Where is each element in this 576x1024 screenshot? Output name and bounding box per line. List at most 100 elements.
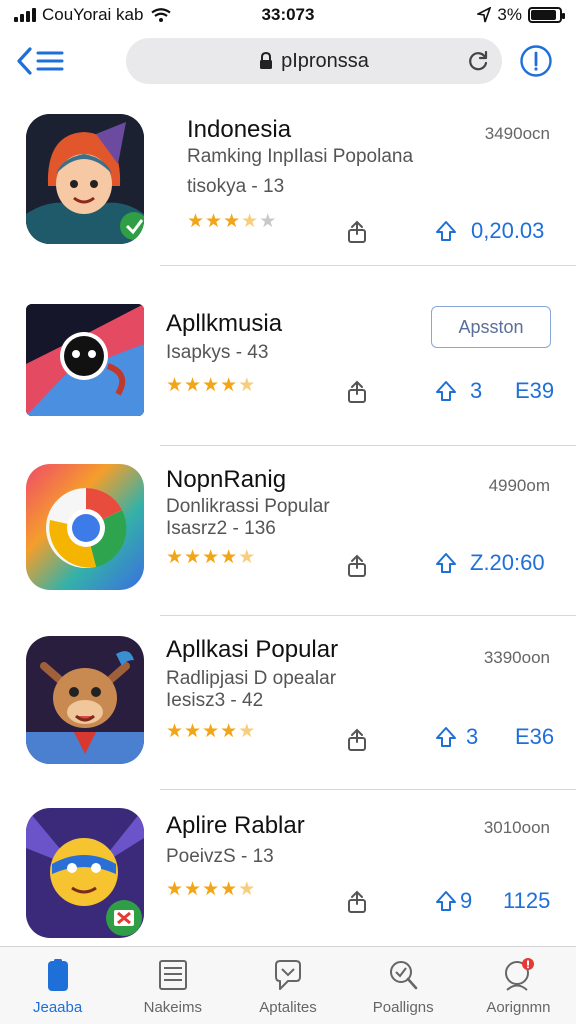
app-subtitle: Donlikrassi Popular (166, 496, 330, 517)
reload-icon[interactable] (466, 49, 490, 73)
share-icon[interactable] (347, 728, 367, 752)
wifi-icon (151, 8, 172, 22)
star-rating: ★ ★ ★ ★ ★ (166, 878, 255, 901)
secondary-count: E36 (515, 724, 555, 749)
get-button[interactable]: Apsston (431, 306, 551, 348)
app-size: 3010oon (483, 818, 550, 837)
upvote-icon[interactable] (435, 552, 457, 574)
tab-label: Aorignmn (486, 999, 551, 1016)
share-icon[interactable] (347, 554, 367, 578)
star-half-icon: ★ (238, 721, 256, 742)
app-name: Apllkasi Popular (166, 636, 339, 663)
star-full-icon: ★ (223, 211, 241, 232)
app-meta: Isasrz2 - 136 (166, 518, 276, 539)
star-full-icon: ★ (202, 547, 220, 568)
star-rating: ★ ★ ★ ★ ★ (187, 210, 276, 233)
upvote-icon[interactable] (435, 890, 457, 912)
app-size: 4990om (488, 476, 550, 495)
list-item[interactable]: NopnRanig 4990om Donlikrassi Popular Isa… (0, 446, 576, 616)
share-icon[interactable] (347, 380, 367, 404)
star-full-icon: ★ (205, 211, 223, 232)
abstract-face-icon (26, 304, 144, 416)
star-full-icon: ★ (166, 547, 184, 568)
tab-label: Poalligns (372, 999, 434, 1016)
tab-jeaaba[interactable]: Jeaaba (0, 947, 115, 1024)
address-bar[interactable]: pIpronssa (126, 38, 502, 84)
star-full-icon: ★ (220, 879, 238, 900)
tab-aorignmn[interactable]: Aorignmn (461, 947, 576, 1024)
upvote-count: 3 (466, 724, 479, 749)
back-button[interactable] (16, 44, 68, 78)
tab-poalligns[interactable]: Poalligns (346, 947, 461, 1024)
upvote-icon[interactable] (435, 220, 457, 242)
signal-icon (14, 8, 36, 22)
list-item[interactable]: Apllkmusia Apsston Isapkys - 43 ★ ★ ★ ★ ★ 3 … (0, 284, 576, 446)
address-text: pIpronssa (281, 49, 369, 72)
battery-level (531, 10, 557, 20)
secondary-count: 1125 (503, 888, 551, 913)
upvote-count: Z.20:60 (470, 550, 545, 575)
back-chevron-icon (17, 47, 64, 75)
profile-icon (505, 958, 535, 991)
list-item[interactable]: Apllkasi Popular 3390oon Radlipjasi D op… (0, 616, 576, 790)
tab-label: Nakeims (143, 999, 202, 1016)
carrier-name: CouYorai kab (42, 5, 144, 24)
star-full-icon: ★ (202, 375, 220, 396)
tab-aptalites[interactable]: Aptalites (230, 947, 345, 1024)
star-rating: ★ ★ ★ ★ ★ (166, 546, 255, 569)
app-name: NopnRanig (166, 466, 287, 493)
list-item[interactable]: Indonesia 3490ocn Ramking InpIlasi Popol… (0, 96, 576, 266)
app-meta: PoeivzS - 13 (166, 846, 274, 867)
chat-bubble-icon (275, 960, 301, 990)
upvote-icon[interactable] (435, 380, 457, 402)
phone-icon (47, 959, 68, 991)
star-full-icon: ★ (184, 547, 202, 568)
share-icon[interactable] (347, 220, 367, 244)
star-full-icon: ★ (184, 879, 202, 900)
star-full-icon: ★ (220, 375, 238, 396)
star-half-icon: ★ (241, 211, 259, 232)
divider (160, 265, 576, 266)
star-half-icon: ★ (238, 879, 256, 900)
star-rating: ★ ★ ★ ★ ★ (166, 374, 255, 397)
app-name: Apllkmusia (166, 310, 283, 337)
app-meta: Iesisz3 - 42 (166, 690, 264, 711)
star-half-icon: ★ (238, 375, 256, 396)
secondary-count: E39 (515, 378, 555, 403)
star-full-icon: ★ (166, 721, 184, 742)
upvote-count: 0,20.03 (471, 218, 545, 243)
star-full-icon: ★ (166, 375, 184, 396)
tab-nakeims[interactable]: Nakeims (115, 947, 230, 1024)
upvote-icon[interactable] (435, 726, 457, 748)
app-meta: Isapkys - 43 (166, 342, 269, 363)
star-half-icon: ★ (238, 547, 256, 568)
tab-label: Jeaaba (32, 999, 83, 1016)
app-subtitle: Radlipjasi D opealar (166, 668, 337, 689)
app-subtitle: Ramking InpIlasi Popolana (187, 146, 414, 167)
star-empty-icon: ★ (259, 211, 277, 232)
list-item[interactable]: Aplire Rablar 3010oon PoeivzS - 13 ★ ★ ★ ★ ★… (0, 790, 576, 946)
archive-icon (158, 960, 187, 990)
rainbow-circle-icon (26, 464, 144, 590)
app-meta: tisokya - 13 (187, 176, 285, 197)
share-icon[interactable] (347, 890, 367, 914)
star-full-icon: ★ (220, 547, 238, 568)
star-full-icon: ★ (184, 375, 202, 396)
tab-label: Aptalites (259, 999, 317, 1016)
app-size: 3490ocn (484, 124, 550, 143)
app-name: Aplire Rablar (166, 812, 305, 839)
masked-hero-icon (26, 808, 144, 938)
star-full-icon: ★ (187, 211, 205, 232)
character-witch-icon (26, 114, 144, 244)
lock-icon (260, 52, 273, 69)
app-size: 3390oon (483, 648, 550, 667)
info-icon[interactable] (519, 44, 553, 78)
search-magnifier-icon (390, 961, 418, 990)
star-full-icon: ★ (202, 879, 220, 900)
upvote-count: 3 (470, 378, 483, 403)
top-toolbar: pIpronssa (0, 34, 576, 90)
app-name: Indonesia (187, 116, 292, 143)
upvote-count: 9 (460, 888, 473, 913)
location-arrow-icon (477, 7, 492, 23)
star-full-icon: ★ (202, 721, 220, 742)
